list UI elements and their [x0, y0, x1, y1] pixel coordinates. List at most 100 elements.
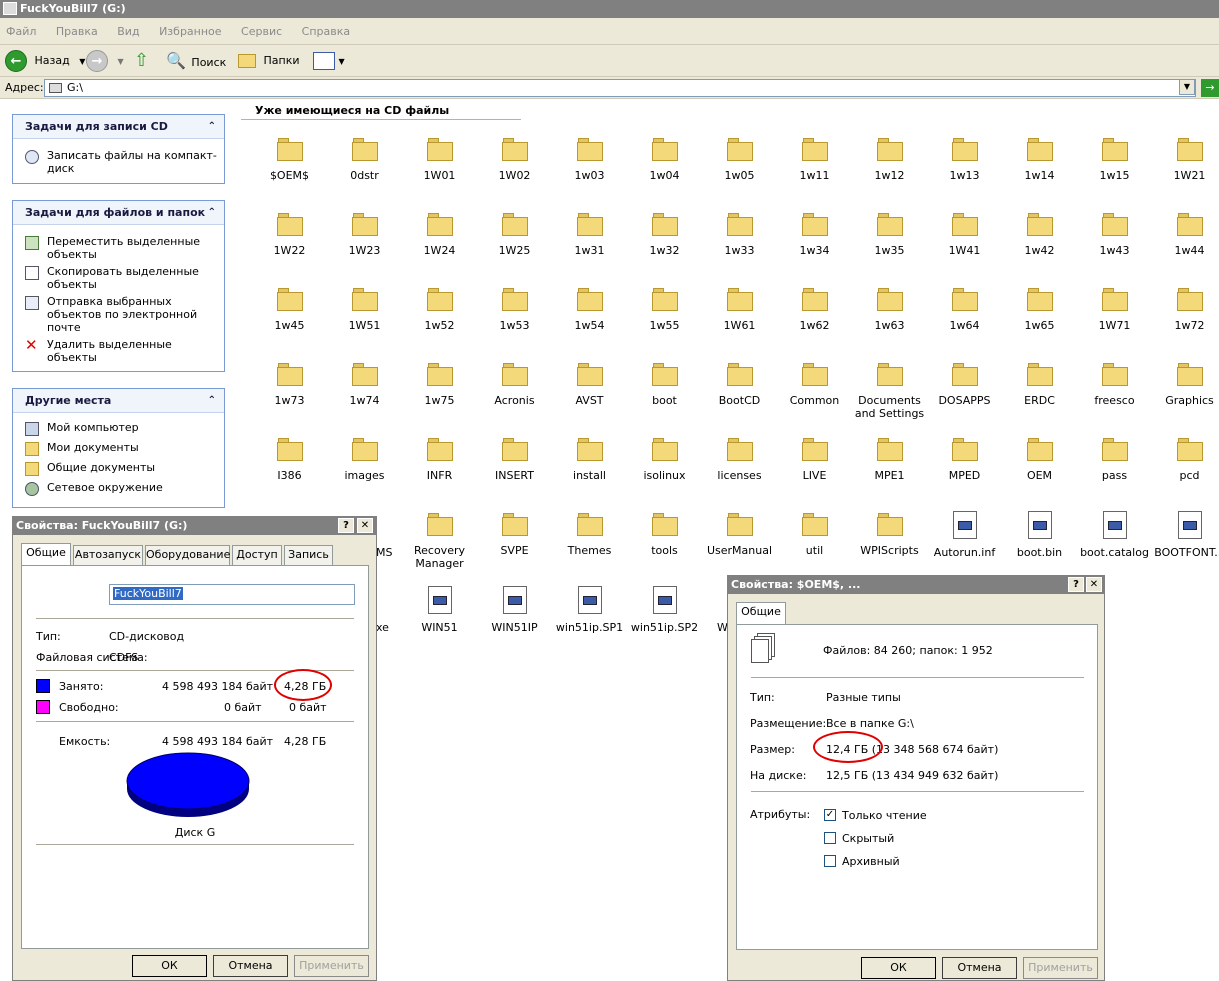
search-button[interactable]: 🔍 Поиск — [166, 49, 226, 73]
menu-tools[interactable]: Сервис — [241, 25, 282, 38]
tab-general[interactable]: Общие — [21, 543, 71, 565]
file-item[interactable]: boot.catalog — [1077, 511, 1152, 559]
folder-item[interactable]: Documents and Settings — [852, 361, 927, 420]
folder-item[interactable]: 1w73 — [252, 361, 327, 407]
file-item[interactable]: win51ip.SP2 — [627, 586, 702, 634]
folder-item[interactable]: 1w15 — [1077, 136, 1152, 182]
folder-item[interactable]: 1W01 — [402, 136, 477, 182]
folder-item[interactable]: boot — [627, 361, 702, 407]
folder-item[interactable]: util — [777, 511, 852, 557]
cancel-button[interactable]: Отмена — [213, 955, 288, 977]
cancel-button[interactable]: Отмена — [942, 957, 1017, 979]
up-folder-button[interactable]: ⇧ — [134, 49, 149, 73]
file-item[interactable]: boot.bin — [1002, 511, 1077, 559]
folder-item[interactable]: INFR — [402, 436, 477, 482]
apply-button[interactable]: Применить — [1023, 957, 1098, 979]
volume-name-input[interactable]: FuckYouBill7 — [109, 584, 355, 605]
folder-item[interactable]: images — [327, 436, 402, 482]
help-button[interactable]: ? — [338, 518, 354, 533]
folder-item[interactable]: 1w11 — [777, 136, 852, 182]
file-item[interactable]: WIN51IP — [477, 586, 552, 634]
views-button[interactable]: ▼ — [313, 49, 345, 73]
folder-item[interactable]: 1w05 — [702, 136, 777, 182]
apply-button[interactable]: Применить — [294, 955, 369, 977]
menu-help[interactable]: Справка — [302, 25, 350, 38]
tab-general[interactable]: Общие — [736, 602, 786, 624]
move-task[interactable]: Переместить выделенные объекты — [13, 235, 224, 261]
folder-item[interactable]: MPE1 — [852, 436, 927, 482]
delete-task[interactable]: ✕ Удалить выделенные объекты — [13, 338, 224, 365]
address-input[interactable]: G:\ — [44, 79, 1196, 97]
folder-item[interactable]: 1W02 — [477, 136, 552, 182]
folder-item[interactable]: ERDC — [1002, 361, 1077, 407]
folder-item[interactable]: DOSAPPS — [927, 361, 1002, 407]
menu-favorites[interactable]: Избранное — [159, 25, 221, 38]
folder-item[interactable]: 1w44 — [1152, 211, 1219, 257]
folder-item[interactable]: 1W41 — [927, 211, 1002, 257]
folder-item[interactable]: 1w75 — [402, 361, 477, 407]
folder-item[interactable]: 1w32 — [627, 211, 702, 257]
tab-autorun[interactable]: Автозапуск — [73, 545, 143, 565]
folder-item[interactable]: 0dstr — [327, 136, 402, 182]
folder-item[interactable]: Recovery Manager — [402, 511, 477, 570]
folder-item[interactable]: $OEM$ — [252, 136, 327, 182]
folder-item[interactable]: 1w54 — [552, 286, 627, 332]
folder-item[interactable]: I386 — [252, 436, 327, 482]
folders-button[interactable]: Папки — [238, 49, 300, 73]
email-task[interactable]: Отправка выбранных объектов по электронн… — [13, 295, 224, 334]
my-documents-link[interactable]: Мои документы — [13, 441, 224, 456]
forward-button[interactable]: → ▼ — [86, 49, 124, 73]
copy-task[interactable]: Скопировать выделенные объекты — [13, 265, 224, 291]
folder-item[interactable]: licenses — [702, 436, 777, 482]
folder-item[interactable]: 1w04 — [627, 136, 702, 182]
hidden-checkbox[interactable] — [824, 832, 836, 844]
readonly-checkbox[interactable]: ✓ — [824, 809, 836, 821]
address-dropdown-icon[interactable]: ▼ — [1179, 79, 1195, 95]
folder-item[interactable]: Themes — [552, 511, 627, 557]
folder-item[interactable]: UserManual — [702, 511, 777, 557]
go-button[interactable]: → — [1201, 79, 1219, 97]
folder-item[interactable]: pcd — [1152, 436, 1219, 482]
collapse-icon[interactable]: ⌃ — [208, 389, 216, 413]
chevron-down-icon[interactable]: ▼ — [79, 57, 85, 66]
burn-cd-task[interactable]: Записать файлы на компакт-диск — [13, 149, 224, 175]
chevron-down-icon[interactable]: ▼ — [339, 57, 345, 66]
folder-item[interactable]: LIVE — [777, 436, 852, 482]
folder-item[interactable]: 1w65 — [1002, 286, 1077, 332]
folder-item[interactable]: 1w35 — [852, 211, 927, 257]
shared-documents-link[interactable]: Общие документы — [13, 461, 224, 476]
menu-edit[interactable]: Правка — [56, 25, 98, 38]
folder-item[interactable]: 1W61 — [702, 286, 777, 332]
menu-view[interactable]: Вид — [117, 25, 139, 38]
folder-item[interactable]: install — [552, 436, 627, 482]
folder-item[interactable]: WPIScripts — [852, 511, 927, 557]
folder-item[interactable]: 1w33 — [702, 211, 777, 257]
folder-item[interactable]: 1W21 — [1152, 136, 1219, 182]
folder-item[interactable]: 1w74 — [327, 361, 402, 407]
folder-item[interactable]: 1W23 — [327, 211, 402, 257]
help-button[interactable]: ? — [1068, 577, 1084, 592]
folder-item[interactable]: 1w43 — [1077, 211, 1152, 257]
folder-item[interactable]: 1w45 — [252, 286, 327, 332]
folder-item[interactable]: INSERT — [477, 436, 552, 482]
folder-item[interactable]: 1W22 — [252, 211, 327, 257]
folder-item[interactable]: 1w13 — [927, 136, 1002, 182]
folder-item[interactable]: freesco — [1077, 361, 1152, 407]
folder-item[interactable]: 1w53 — [477, 286, 552, 332]
close-button[interactable]: ✕ — [357, 518, 373, 533]
folder-item[interactable]: 1w31 — [552, 211, 627, 257]
network-link[interactable]: Сетевое окружение — [13, 481, 224, 496]
close-button[interactable]: ✕ — [1086, 577, 1102, 592]
folder-item[interactable]: OEM — [1002, 436, 1077, 482]
collapse-icon[interactable]: ⌃ — [208, 115, 216, 139]
file-item[interactable]: WIN51 — [402, 586, 477, 634]
back-button[interactable]: ← Назад ▼ — [5, 49, 85, 73]
folder-item[interactable]: MPED — [927, 436, 1002, 482]
tab-recording[interactable]: Запись — [284, 545, 333, 565]
folder-item[interactable]: 1w62 — [777, 286, 852, 332]
file-item[interactable]: Autorun.inf — [927, 511, 1002, 559]
ok-button[interactable]: ОК — [132, 955, 207, 977]
file-item[interactable]: win51ip.SP1 — [552, 586, 627, 634]
folder-item[interactable]: SVPE — [477, 511, 552, 557]
folder-item[interactable]: 1W25 — [477, 211, 552, 257]
